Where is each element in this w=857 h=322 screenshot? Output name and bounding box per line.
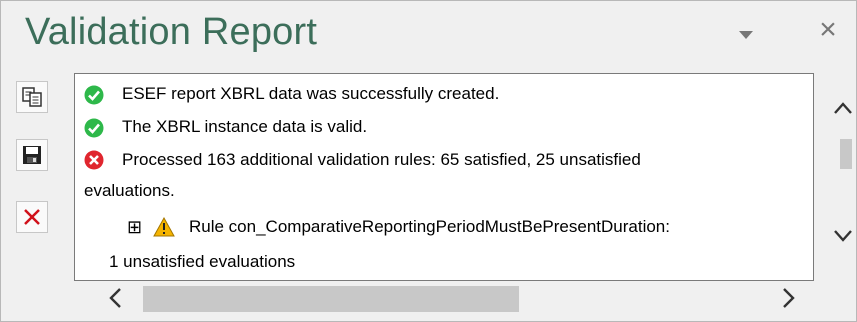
success-check-icon [84,118,104,138]
message-text: ESEF report XBRL data was successfully c… [122,84,500,103]
success-check-icon [84,85,104,105]
chevron-right-icon[interactable] [781,287,797,309]
message-text: Processed 163 additional validation rule… [122,150,641,169]
horizontal-scroll-thumb[interactable] [143,286,519,312]
message-text: Rule con_ComparativeReportingPeriodMustB… [189,217,670,236]
vertical-scrollbar[interactable] [819,101,853,246]
chevron-up-icon[interactable] [833,101,853,115]
message-list: ESEF report XBRL data was successfully c… [74,73,814,281]
horizontal-scrollbar[interactable] [101,284,801,312]
expand-toggle-icon[interactable]: ⊞ [127,218,142,236]
vertical-scroll-thumb[interactable] [840,139,852,169]
panel-title: Validation Report [25,11,318,53]
chevron-down-icon[interactable] [833,229,853,243]
red-x-icon [24,209,40,225]
copy-icon [22,87,42,107]
clear-button[interactable] [16,201,48,233]
validation-report-panel: Validation Report × ESEF report XBRL dat… [0,0,857,322]
chevron-left-icon[interactable] [107,287,123,309]
save-button[interactable] [16,139,48,171]
copy-button[interactable] [16,81,48,113]
triangle-down-icon[interactable] [739,31,753,39]
message-continuation: 1 unsatisfied evaluations [109,252,296,271]
error-x-icon [84,150,104,170]
warning-triangle-icon [153,217,175,237]
close-button[interactable]: × [813,15,843,45]
message-continuation: evaluations. [84,181,175,200]
floppy-disk-icon [23,146,41,164]
message-text: The XBRL instance data is valid. [122,117,368,136]
